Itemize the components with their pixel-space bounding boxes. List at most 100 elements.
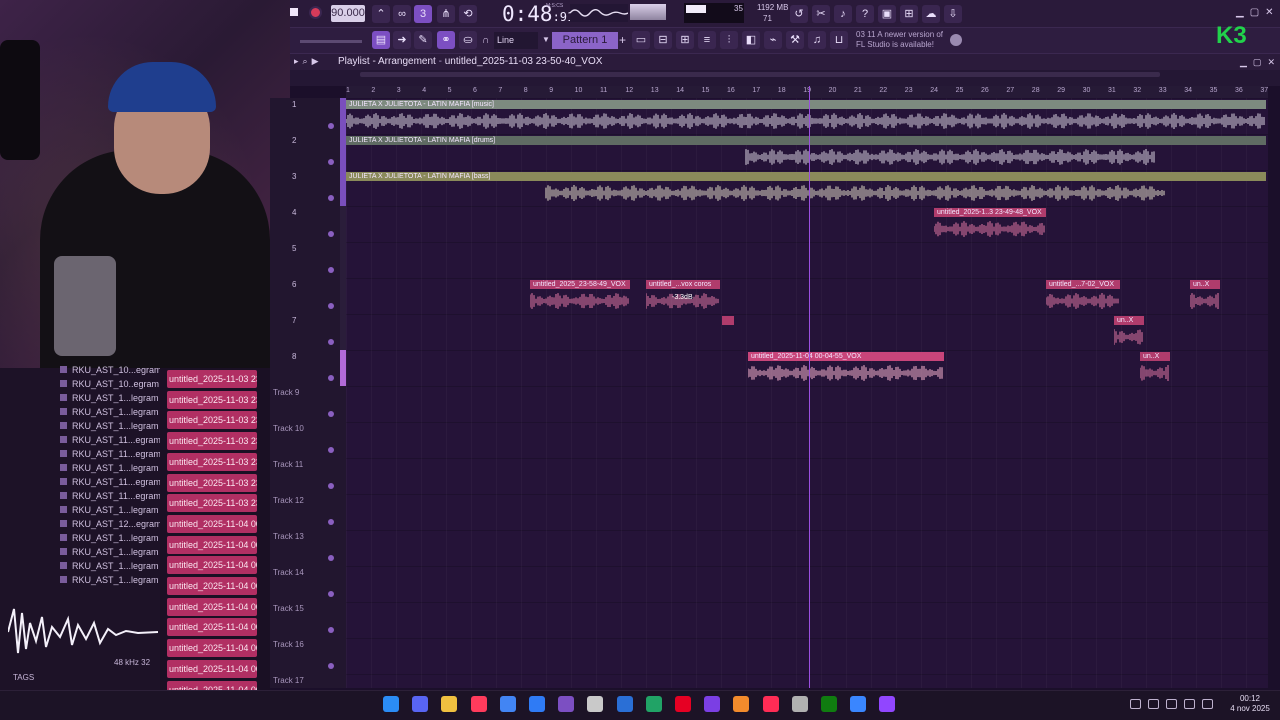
track-mute-led[interactable] — [328, 159, 334, 165]
track-name[interactable]: Track 9 — [273, 388, 299, 397]
browser-item[interactable]: RKU_AST_1...legram — [60, 505, 159, 519]
pl-maximize-icon[interactable]: ▢ — [1253, 57, 1268, 67]
notepad-icon[interactable] — [529, 696, 545, 712]
clip-waveform[interactable] — [1046, 289, 1120, 313]
chrome-icon[interactable] — [499, 696, 516, 712]
clip-waveform[interactable] — [1190, 289, 1220, 313]
clip-waveform[interactable] — [1114, 325, 1144, 349]
microphone-icon[interactable]: ♪ — [834, 5, 852, 23]
track-name[interactable]: Track 15 — [273, 604, 304, 613]
pattern-list-item[interactable]: untitled_2025-11-04 00-... — [167, 680, 257, 690]
tempo-display[interactable]: 90.000 — [331, 5, 365, 22]
browser-item[interactable]: RKU_AST_1...legram — [60, 561, 159, 575]
view-tracks-icon[interactable]: ⫶ — [720, 31, 738, 49]
tiktok-icon[interactable] — [762, 696, 779, 712]
view-browser-icon[interactable]: ≡ — [698, 31, 716, 49]
record-button[interactable] — [309, 6, 322, 19]
discord-icon[interactable] — [412, 696, 429, 712]
clip-waveform[interactable] — [646, 289, 720, 313]
arrangement-clip-header[interactable]: untitled_2025-11-04 00-04-55_VOX — [748, 352, 944, 361]
pattern-list-item[interactable]: untitled_2025-11-04 00-... — [167, 618, 257, 637]
clip-waveform[interactable] — [1140, 361, 1170, 385]
step-edit-icon[interactable]: ⋔ — [437, 5, 455, 23]
network-icon[interactable] — [1166, 699, 1177, 709]
browser-item[interactable]: RKU_AST_1...legram — [60, 463, 159, 477]
track-mute-led[interactable] — [328, 411, 334, 417]
track-mute-led[interactable] — [328, 303, 334, 309]
browser-item[interactable]: RKU_AST_1...legram — [60, 547, 159, 561]
arrangement-clip-header[interactable]: JULIETA X JULIETOTA - LATIN MAFIA [music… — [346, 100, 1266, 109]
tags-label[interactable]: TAGS — [13, 673, 34, 682]
track-name[interactable]: 3 — [292, 172, 296, 181]
cut-icon[interactable]: ✂ — [812, 5, 830, 23]
arrangement-clip-header[interactable] — [722, 316, 734, 325]
track-name[interactable]: Track 14 — [273, 568, 304, 577]
browser-item[interactable]: RKU_AST_12...egram — [60, 519, 162, 533]
browser-item[interactable]: RKU_AST_10..egram — [60, 379, 159, 393]
steam-icon[interactable] — [791, 696, 808, 712]
track-mute-led[interactable] — [328, 663, 334, 669]
track-name[interactable]: Track 17 — [273, 676, 304, 685]
view-channel-rack-icon[interactable]: ⊟ — [654, 31, 672, 49]
file-explorer-icon[interactable] — [441, 696, 458, 712]
browser-item[interactable]: RKU_AST_11...egram — [60, 491, 161, 505]
view-mixer-icon[interactable]: ⊞ — [676, 31, 694, 49]
photoshop-icon[interactable] — [616, 696, 633, 712]
chat-icon[interactable]: ☁ — [922, 5, 940, 23]
globe-icon[interactable] — [950, 34, 962, 46]
maximize-icon[interactable]: ▢ — [1250, 7, 1265, 18]
pattern-list-item[interactable]: untitled_2025-11-03 23-... — [167, 432, 257, 451]
windows-start-icon[interactable] — [383, 696, 399, 712]
vpn-app-icon[interactable] — [704, 696, 721, 712]
browser-item[interactable]: RKU_AST_1...legram — [60, 407, 159, 421]
pattern-list-item[interactable]: untitled_2025-11-04 00-... — [167, 556, 257, 575]
magnet-icon[interactable]: ∩ — [482, 35, 489, 46]
pattern-list-item[interactable]: untitled_2025-11-04 00-... — [167, 514, 257, 533]
templates-icon[interactable]: ◧ — [742, 31, 760, 49]
download-icon[interactable]: ⇩ — [944, 5, 962, 23]
browser-item[interactable]: RKU_AST_11...egram — [60, 435, 161, 449]
browser-item[interactable]: RKU_AST_10...egram — [60, 365, 162, 379]
track-mute-led[interactable] — [328, 123, 334, 129]
mic-tray-icon[interactable] — [1148, 699, 1159, 709]
track-mute-led[interactable] — [328, 267, 334, 273]
arrangement-clip-header[interactable]: untitled_2025-1..3 23-49-48_VOX — [934, 208, 1046, 217]
pl-minimize-icon[interactable]: ▁ — [1240, 57, 1253, 67]
plugin-icon[interactable]: ⊞ — [900, 5, 918, 23]
arrangement-clip-header[interactable]: un..X — [1140, 352, 1170, 361]
track-mute-led[interactable] — [328, 447, 334, 453]
battery-icon[interactable] — [1202, 699, 1213, 709]
track-name[interactable]: 6 — [292, 280, 296, 289]
xbox-icon[interactable] — [821, 696, 837, 712]
pattern-list-item[interactable]: untitled_2025-11-04 00-... — [167, 659, 257, 678]
clip-waveform[interactable] — [934, 217, 1046, 241]
master-pitch-slider[interactable] — [630, 4, 666, 20]
stamp-icon[interactable]: ⛀ — [459, 31, 477, 49]
horizontal-scrollbar[interactable] — [360, 72, 1160, 77]
minimize-icon[interactable]: ▁ — [1236, 7, 1250, 18]
playhead-marker[interactable] — [809, 86, 810, 688]
pattern-list-item[interactable]: untitled_2025-11-04 00-... — [167, 639, 257, 658]
plug-icon[interactable]: ⌁ — [764, 31, 782, 49]
clip-waveform[interactable] — [346, 181, 1266, 205]
pattern-list-item[interactable]: untitled_2025-11-03 23-... — [167, 411, 257, 430]
arrow-icon[interactable]: ➜ — [393, 31, 411, 49]
browser-item[interactable]: RKU_AST_1...legram — [60, 393, 159, 407]
cart-icon[interactable]: ⊔ — [830, 31, 848, 49]
desktop-app-icon[interactable] — [850, 696, 867, 712]
playlist-play-icon[interactable]: ▶ — [312, 56, 323, 66]
track-name[interactable]: 1 — [292, 100, 296, 109]
browser-item[interactable]: RKU_AST_1...legram — [60, 575, 159, 589]
volume-icon[interactable] — [1184, 699, 1195, 709]
loop-record-icon[interactable]: ⟲ — [459, 5, 477, 23]
undo-icon[interactable]: ↺ — [790, 5, 808, 23]
music-app-icon[interactable] — [470, 696, 487, 712]
arrangement-clip-header[interactable]: un..X — [1190, 280, 1220, 289]
pattern-list-item[interactable]: untitled_2025-11-04 00-... — [167, 535, 257, 554]
arrangement-clip-header[interactable]: un..X — [1114, 316, 1144, 325]
sounds-icon[interactable]: ♫ — [808, 31, 826, 49]
browser-item[interactable]: RKU_AST_11...egram — [60, 477, 161, 491]
draw-icon[interactable]: ✎ — [414, 31, 432, 49]
add-pattern-button[interactable]: + — [619, 33, 626, 47]
clip-waveform[interactable] — [530, 289, 630, 313]
